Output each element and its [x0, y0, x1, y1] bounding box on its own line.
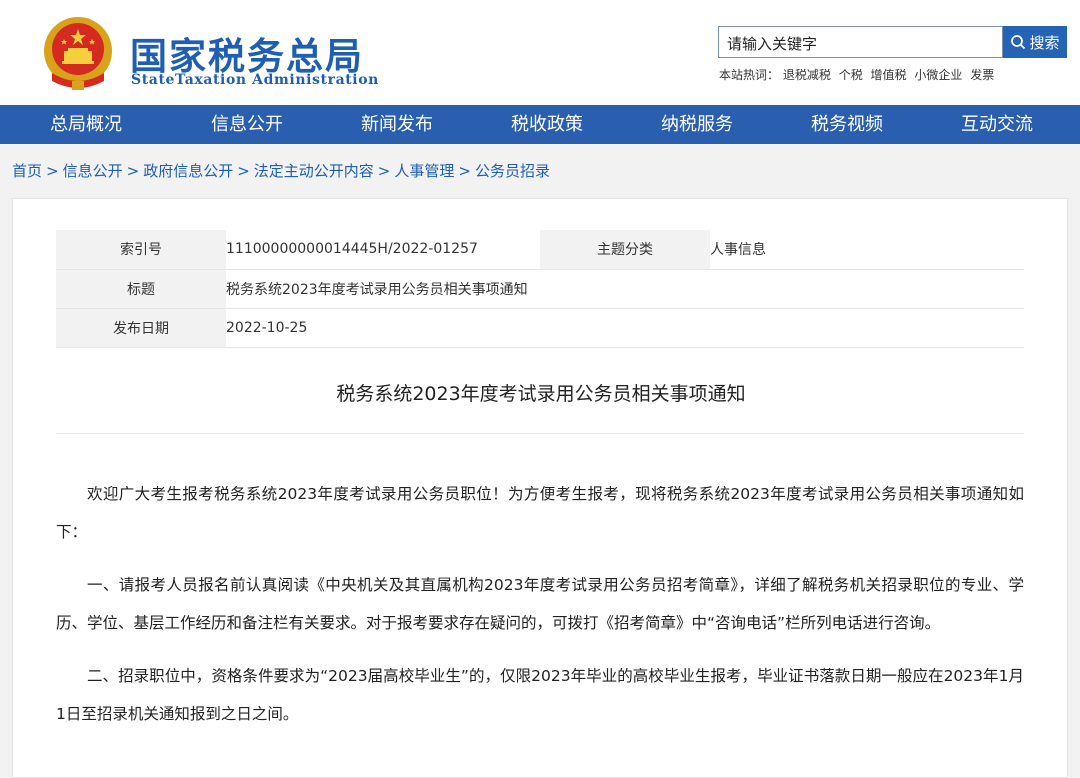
breadcrumb-link[interactable]: 人事管理 — [394, 162, 454, 180]
title-value: 税务系统2023年度考试录用公务员相关事项通知 — [226, 269, 1024, 309]
article-title: 税务系统2023年度考试录用公务员相关事项通知 — [336, 383, 746, 405]
index-value: 11100000000014445H/2022-01257 — [226, 230, 540, 270]
index-label: 索引号 — [56, 230, 226, 270]
breadcrumb-link[interactable]: 公务员招录 — [475, 162, 550, 180]
nav-item-taxpayer-service[interactable]: 纳税服务 — [622, 105, 772, 144]
breadcrumb-separator: > — [237, 162, 250, 180]
search-icon — [1011, 35, 1026, 50]
nav-item-tax-video[interactable]: 税务视频 — [772, 105, 922, 144]
hotword-link[interactable]: 退税减税 — [783, 68, 831, 82]
table-row: 发布日期 2022-10-25 — [56, 308, 1024, 348]
category-label: 主题分类 — [540, 230, 710, 270]
article-paragraph: 欢迎广大考生报考税务系统2023年度考试录用公务员职位！为方便考生报考，现将税务… — [56, 485, 1024, 541]
breadcrumb-separator: > — [126, 162, 140, 180]
breadcrumb-separator: > — [46, 162, 59, 180]
site-logo-en[interactable]: StateTaxation Administration — [131, 72, 379, 88]
article-body: 欢迎广大考生报考税务系统2023年度考试录用公务员职位！为方便考生报考，现将税务… — [56, 476, 1024, 749]
hotwords-bar: 本站热词： 退税减税 个税 增值税 小微企业 发票 — [719, 66, 998, 83]
nav-item-info-disclosure[interactable]: 信息公开 — [172, 105, 322, 144]
breadcrumb-separator: > — [377, 162, 391, 180]
breadcrumb-link[interactable]: 信息公开 — [63, 162, 123, 180]
breadcrumb: 首页 > 信息公开 > 政府信息公开 > 法定主动公开内容 > 人事管理 > 公务员招录 — [12, 160, 550, 181]
table-row: 索引号 11100000000014445H/2022-01257 主题分类 人… — [56, 230, 1024, 270]
article-paragraph: 二、招录职位中，资格条件要求为“2023届高校毕业生”的，仅限2023年毕业的高… — [56, 667, 1024, 723]
breadcrumb-link[interactable]: 法定主动公开内容 — [254, 162, 374, 180]
hotword-link[interactable]: 个税 — [839, 68, 863, 82]
breadcrumb-link[interactable]: 政府信息公开 — [143, 162, 233, 180]
article-meta-table: 索引号 11100000000014445H/2022-01257 主题分类 人… — [56, 230, 1024, 348]
site-header: 国家税务总局 StateTaxation Administration 请输入关… — [0, 0, 1080, 105]
breadcrumb-link[interactable]: 首页 — [12, 162, 42, 180]
hotword-link[interactable]: 增值税 — [871, 68, 907, 82]
divider — [56, 433, 1024, 434]
search-button[interactable]: 搜索 — [1003, 26, 1067, 58]
nav-item-interaction[interactable]: 互动交流 — [922, 105, 1072, 144]
hotword-link[interactable]: 发票 — [970, 68, 994, 82]
search-input[interactable]: 请输入关键字 — [718, 26, 1003, 58]
date-label: 发布日期 — [56, 308, 226, 348]
title-label: 标题 — [56, 269, 226, 309]
national-emblem-icon — [44, 17, 112, 90]
breadcrumb-separator: > — [458, 162, 471, 180]
main-nav: 总局概况 信息公开 新闻发布 税收政策 纳税服务 税务视频 互动交流 — [0, 105, 1080, 144]
search-button-label: 搜索 — [1029, 33, 1060, 52]
hotword-link[interactable]: 小微企业 — [914, 68, 962, 82]
nav-item-news[interactable]: 新闻发布 — [322, 105, 472, 144]
nav-item-overview[interactable]: 总局概况 — [0, 105, 172, 144]
article-panel: 索引号 11100000000014445H/2022-01257 主题分类 人… — [12, 198, 1068, 778]
date-value: 2022-10-25 — [226, 308, 1024, 348]
hotwords-label: 本站热词： — [719, 68, 780, 82]
category-value: 人事信息 — [710, 230, 1024, 270]
table-row: 标题 税务系统2023年度考试录用公务员相关事项通知 — [56, 269, 1024, 309]
article-paragraph: 一、请报考人员报名前认真阅读《中央机关及其直属机构2023年度考试录用公务员招考… — [56, 576, 1024, 632]
nav-item-tax-policy[interactable]: 税收政策 — [472, 105, 622, 144]
